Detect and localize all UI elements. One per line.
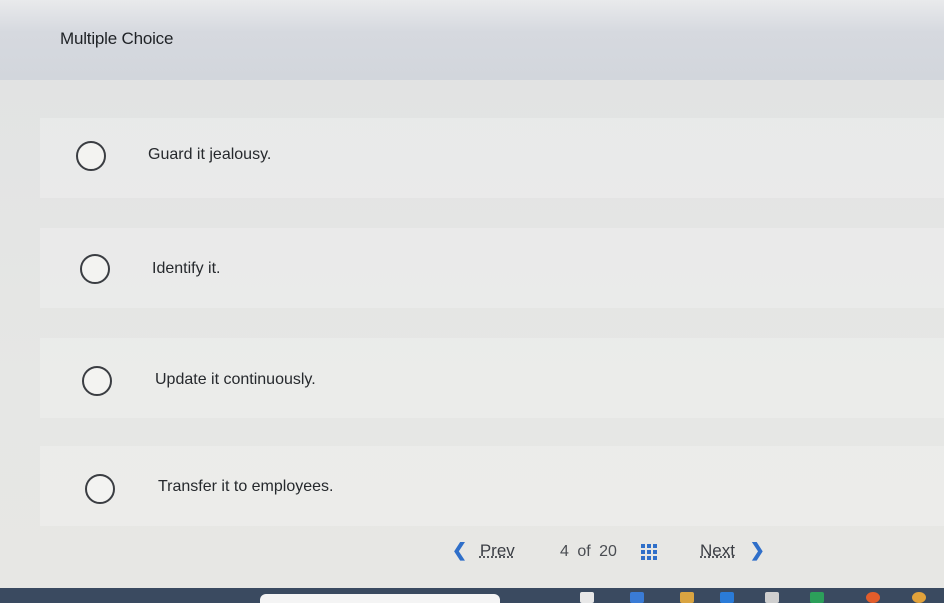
radio-button-icon[interactable] bbox=[80, 254, 110, 284]
taskbar-app-icon[interactable] bbox=[765, 592, 779, 603]
taskbar-app-icon[interactable] bbox=[866, 592, 880, 603]
chevron-right-icon: ❯ bbox=[749, 540, 765, 560]
total-pages: 20 bbox=[599, 543, 617, 560]
radio-button-icon[interactable] bbox=[85, 474, 115, 504]
taskbar-app-icon[interactable] bbox=[630, 592, 644, 603]
taskbar-app-icon[interactable] bbox=[720, 592, 734, 603]
answer-option-label: Transfer it to employees. bbox=[158, 478, 334, 495]
taskbar-app-icon[interactable] bbox=[580, 592, 594, 603]
answer-option[interactable]: Guard it jealousy. bbox=[40, 118, 944, 198]
of-label: of bbox=[577, 543, 591, 560]
current-page: 4 bbox=[560, 543, 569, 560]
answer-option[interactable]: Update it continuously. bbox=[40, 338, 944, 418]
prev-label: Prev bbox=[479, 541, 515, 560]
page-indicator: 4 of 20 bbox=[560, 543, 617, 571]
taskbar-app-icon[interactable] bbox=[680, 592, 694, 603]
next-button[interactable]: Next ❯ bbox=[700, 540, 765, 568]
taskbar-app-icon[interactable] bbox=[810, 592, 824, 603]
taskbar-app-icon[interactable] bbox=[912, 592, 926, 603]
answer-option-label: Update it continuously. bbox=[155, 371, 316, 388]
answer-option-label: Guard it jealousy. bbox=[148, 146, 272, 163]
taskbar bbox=[0, 588, 944, 603]
grid-icon[interactable] bbox=[641, 544, 659, 562]
taskbar-search[interactable] bbox=[260, 594, 500, 603]
question-type-title: Multiple Choice bbox=[60, 29, 174, 48]
next-label: Next bbox=[700, 541, 735, 560]
question-header: Multiple Choice bbox=[0, 0, 944, 80]
prev-button[interactable]: ❮ Prev bbox=[452, 540, 515, 568]
chevron-left-icon: ❮ bbox=[452, 540, 468, 560]
answer-option-label: Identify it. bbox=[152, 260, 221, 277]
answer-option[interactable]: Identify it. bbox=[40, 228, 944, 308]
radio-button-icon[interactable] bbox=[76, 141, 106, 171]
radio-button-icon[interactable] bbox=[82, 366, 112, 396]
answer-option[interactable]: Transfer it to employees. bbox=[40, 446, 944, 526]
